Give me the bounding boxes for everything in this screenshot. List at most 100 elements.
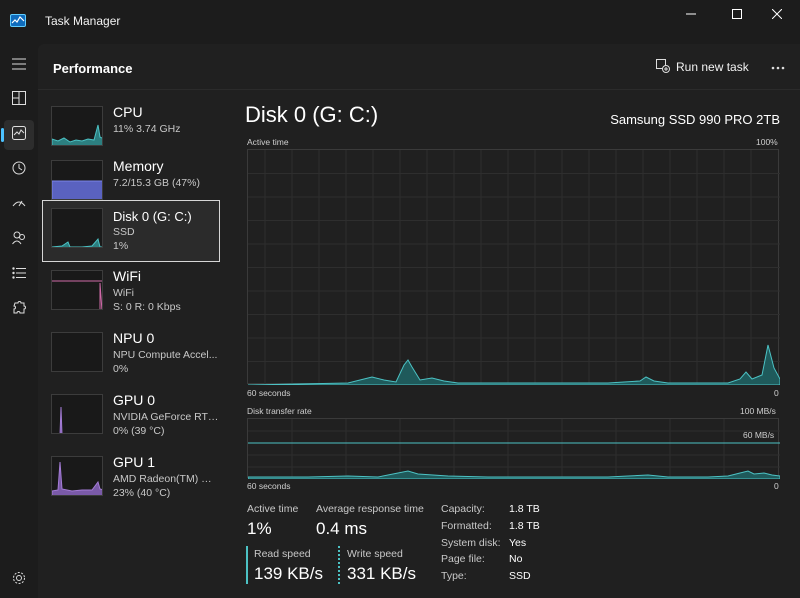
transfer-rate-graph-svg (248, 419, 780, 479)
nav-startup-apps[interactable] (4, 190, 34, 220)
run-new-task-icon (656, 58, 670, 76)
property-value: 1.8 TB (509, 503, 540, 515)
active-time-chart-label: Active time (247, 137, 289, 147)
device-gpu-0[interactable]: GPU 0 NVIDIA GeForce RTX... 0% (39 °C) (42, 386, 220, 448)
wifi-thumbnail-graph (51, 270, 103, 310)
avg-response-label: Average response time (316, 503, 424, 515)
write-speed-label: Write speed (347, 548, 403, 560)
page-title: Performance (53, 61, 133, 76)
property-key: System disk: (441, 537, 501, 549)
transfer-rate-grid (248, 419, 780, 479)
gpu0-thumbnail-graph (51, 394, 103, 434)
disk-thumbnail-graph (51, 208, 103, 248)
device-name: Disk 0 (G: C:) (113, 209, 192, 224)
device-gpu-1[interactable]: GPU 1 AMD Radeon(TM) Gr... 23% (40 °C) (42, 448, 220, 510)
device-npu-0[interactable]: NPU 0 NPU Compute Accel... 0% (42, 324, 220, 386)
device-name: GPU 0 (113, 392, 156, 408)
nav-users[interactable] (4, 225, 34, 255)
main-panel: Performance Run new task CPU 11% 3.74 GH… (38, 44, 800, 598)
read-speed-label: Read speed (254, 548, 311, 560)
transfer-rate-chart-label: Disk transfer rate (247, 406, 312, 416)
nav-settings[interactable] (4, 565, 34, 595)
cpu-thumbnail-graph (51, 106, 103, 146)
close-button[interactable] (754, 0, 800, 28)
device-detail: NPU Compute Accel... (113, 349, 218, 361)
write-speed-value: 331 KB/s (347, 564, 416, 583)
run-new-task-button[interactable]: Run new task (656, 56, 749, 78)
property-value: Yes (509, 537, 527, 549)
transfer-rate-mid-label: 60 MB/s (743, 430, 775, 440)
close-icon (772, 9, 782, 19)
settings-icon (12, 571, 26, 590)
device-usage: 0% (113, 363, 129, 375)
active-time-series (248, 344, 780, 385)
device-name: NPU 0 (113, 330, 155, 346)
property-value: SSD (509, 570, 531, 582)
property-key: Capacity: (441, 503, 485, 515)
maximize-icon (732, 9, 742, 19)
active-time-graph (247, 149, 780, 385)
hamburger-menu-button[interactable] (4, 51, 34, 81)
title-bar: Task Manager (0, 0, 800, 44)
device-disk-0[interactable]: Disk 0 (G: C:) SSD 1% (42, 200, 220, 262)
property-value: No (509, 553, 523, 565)
startup-apps-icon (12, 196, 26, 215)
property-value: 1.8 TB (509, 520, 540, 532)
page-header: Performance Run new task (38, 44, 800, 90)
detail-title: Disk 0 (G: C:) (245, 102, 379, 127)
transfer-rate-x-right: 0 (774, 481, 779, 491)
more-options-icon (771, 57, 785, 75)
performance-icon (12, 125, 26, 145)
device-name: CPU (113, 104, 143, 120)
avg-response-value: 0.4 ms (316, 519, 368, 538)
hamburger-menu-icon (12, 57, 26, 75)
services-icon (12, 300, 26, 320)
processes-icon (12, 90, 26, 110)
write-speed-indicator (338, 546, 340, 584)
transfer-rate-x-left: 60 seconds (247, 481, 291, 491)
device-name: GPU 1 (113, 454, 156, 470)
window-title: Task Manager (45, 14, 121, 28)
read-speed-value: 139 KB/s (254, 564, 323, 583)
active-time-x-right: 0 (774, 388, 779, 398)
minimize-icon (686, 9, 696, 19)
active-time-chart-max: 100% (756, 137, 778, 147)
active-time-grid (248, 150, 780, 385)
device-throughput: S: 0 R: 0 Kbps (113, 301, 181, 313)
device-wifi[interactable]: WiFi WiFi S: 0 R: 0 Kbps (42, 262, 220, 324)
run-new-task-label: Run new task (676, 60, 749, 74)
device-cpu[interactable]: CPU 11% 3.74 GHz (42, 98, 220, 160)
nav-processes[interactable] (4, 85, 34, 115)
property-key: Formatted: (441, 520, 492, 532)
device-usage: 0% (39 °C) (113, 425, 165, 437)
device-name: WiFi (113, 268, 141, 284)
users-icon (12, 231, 26, 250)
nav-services[interactable] (4, 295, 34, 325)
active-time-stat-label: Active time (247, 503, 299, 515)
device-name: Memory (113, 158, 164, 174)
nav-details[interactable] (4, 260, 34, 290)
more-options-button[interactable] (768, 56, 788, 76)
property-key: Type: (441, 570, 467, 582)
device-list: CPU 11% 3.74 GHz Memory 7.2/15.3 GB (47%… (38, 90, 228, 598)
disk-model: Samsung SSD 990 PRO 2TB (610, 112, 780, 127)
gpu1-thumbnail-graph (51, 456, 103, 496)
active-time-graph-svg (248, 150, 780, 385)
transfer-rate-series (248, 470, 780, 479)
property-key: Page file: (441, 553, 485, 565)
device-detail: 7.2/15.3 GB (47%) (113, 177, 200, 189)
active-time-x-left: 60 seconds (247, 388, 291, 398)
device-detail: AMD Radeon(TM) Gr... (113, 473, 219, 485)
npu-thumbnail-graph (51, 332, 103, 372)
device-detail: NVIDIA GeForce RTX... (113, 411, 219, 423)
device-detail: SSD (113, 226, 135, 238)
device-usage: 1% (113, 240, 129, 252)
minimize-button[interactable] (668, 0, 714, 28)
transfer-rate-chart-max: 100 MB/s (740, 406, 776, 416)
device-usage: 23% (40 °C) (113, 487, 171, 499)
app-history-icon (12, 161, 26, 180)
nav-app-history[interactable] (4, 155, 34, 185)
transfer-rate-graph (247, 418, 780, 479)
nav-performance[interactable] (1, 120, 34, 150)
read-speed-indicator (246, 546, 248, 584)
